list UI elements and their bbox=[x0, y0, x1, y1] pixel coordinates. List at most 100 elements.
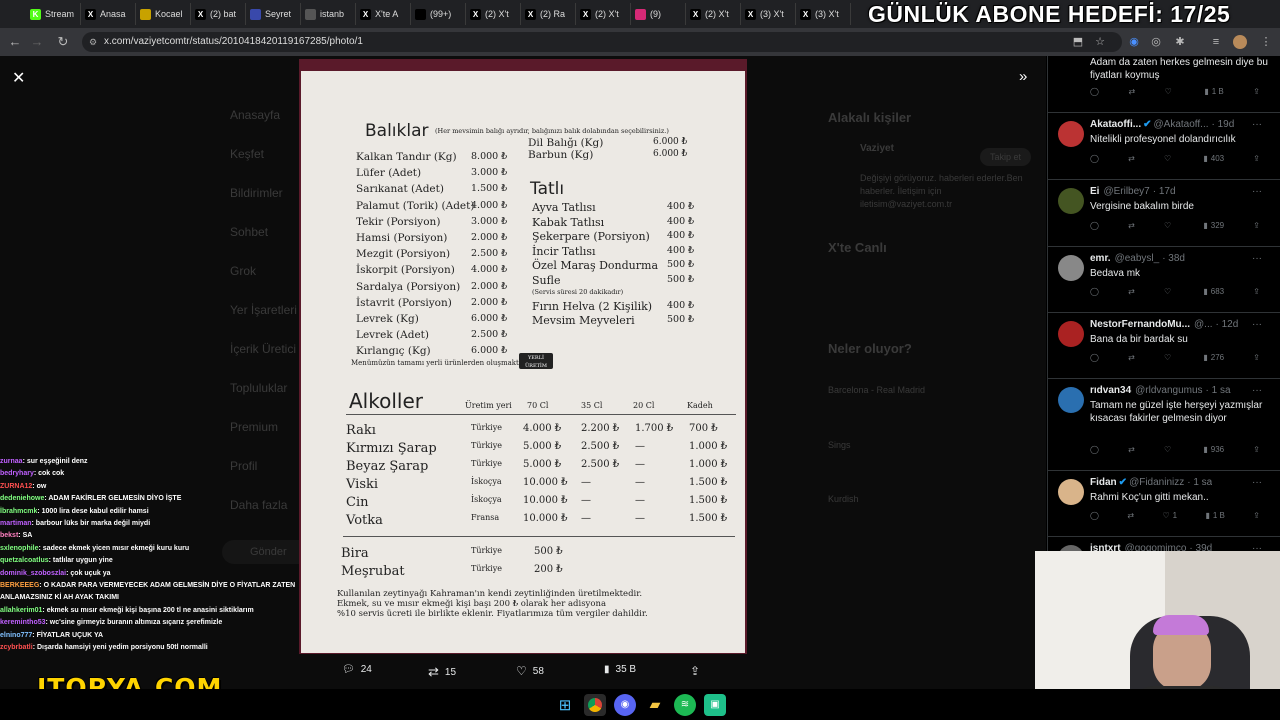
more-icon[interactable]: ··· bbox=[1252, 186, 1262, 197]
more-icon[interactable]: ··· bbox=[1252, 119, 1262, 130]
repost-action[interactable]: ⇄ bbox=[1128, 87, 1135, 96]
extension-icon[interactable]: ◎ bbox=[1146, 32, 1166, 52]
browser-tab[interactable]: X (2) X't bbox=[576, 3, 631, 25]
reply-tweet[interactable]: Ei @Erilbey7 · 17d ··· Vergisine bakalım bir… bbox=[1048, 180, 1280, 247]
reply-author[interactable]: Ei @Erilbey7 · 17d bbox=[1090, 186, 1176, 197]
forward-icon[interactable]: → bbox=[26, 34, 48, 49]
heart-action[interactable]: ♡ bbox=[1164, 221, 1174, 230]
browser-tab[interactable]: Kocael bbox=[136, 3, 191, 25]
browser-tab[interactable]: (9) bbox=[631, 3, 686, 25]
menu-photo[interactable]: Balıklar (Her mevsimin balığı ayrıdır, b… bbox=[299, 59, 747, 654]
browser-tab[interactable]: X (2) X't bbox=[686, 3, 741, 25]
reply-author[interactable]: emr. @eabysl_ · 38d bbox=[1090, 253, 1185, 264]
browser-tab[interactable]: (99+) bbox=[411, 3, 466, 25]
heart-action[interactable]: ♡ bbox=[1164, 353, 1174, 362]
browser-tab[interactable]: X (2) bat bbox=[191, 3, 246, 25]
browser-tab[interactable]: X Anasa bbox=[81, 3, 136, 25]
reply-tweet[interactable]: NestorFernandoMu... @... · 12d ··· Bana da b… bbox=[1048, 313, 1280, 379]
reply-tweet[interactable]: emr. @eabysl_ · 38d ··· Bedava mk ◯ ⇄ ♡ ▮ 683 ⇪ bbox=[1048, 247, 1280, 313]
puzzle-icon[interactable]: ✱ bbox=[1170, 32, 1190, 52]
reply-tweet[interactable]: Akataoffi... ✔ @Akataoff... · 19d ··· Nitelik… bbox=[1048, 113, 1280, 180]
more-icon[interactable]: ··· bbox=[1252, 253, 1262, 264]
discord-icon[interactable]: ◉ bbox=[614, 693, 636, 716]
reply-action[interactable]: ◯ bbox=[1090, 353, 1099, 362]
avatar[interactable] bbox=[1058, 121, 1084, 147]
browser-tab[interactable]: X X'te A bbox=[356, 3, 411, 25]
back-icon[interactable]: ← bbox=[4, 34, 26, 49]
share-action[interactable]: ⇪ bbox=[690, 664, 700, 678]
bookmark-star-icon[interactable]: ☆ bbox=[1090, 32, 1110, 52]
reply-action[interactable]: ◯ bbox=[1090, 287, 1099, 296]
bar-chart-action[interactable]: ▮ 403 bbox=[1203, 154, 1224, 163]
bar-chart-action[interactable]: ▮ 936 bbox=[1203, 445, 1224, 454]
reply-action[interactable]: 💬︎ 24 bbox=[342, 664, 372, 675]
reply-tweet[interactable]: rıdvan34 @rldvangumus · 1 sa ··· Tamam ne gü… bbox=[1048, 379, 1280, 471]
browser-tab[interactable]: X (2) X't bbox=[466, 3, 521, 25]
share-action[interactable]: ⇪ bbox=[1253, 353, 1260, 362]
reply-author[interactable]: NestorFernandoMu... @... · 12d bbox=[1090, 319, 1238, 330]
reply-action[interactable]: ◯ bbox=[1090, 221, 1099, 230]
reply-author[interactable]: Akataoffi... ✔ @Akataoff... · 19d bbox=[1090, 119, 1234, 130]
browser-tab[interactable]: X (3) X't bbox=[796, 3, 851, 25]
expand-panel-icon[interactable]: » bbox=[1019, 68, 1027, 85]
browser-tab[interactable]: K Stream bbox=[26, 3, 81, 25]
share-action[interactable]: ⇪ bbox=[1253, 287, 1260, 296]
repost-action[interactable]: ⇄ bbox=[1128, 221, 1135, 230]
repost-action[interactable]: ⇄ bbox=[1127, 511, 1134, 520]
reply-action[interactable]: ◯ bbox=[1090, 154, 1099, 163]
bar-chart-action[interactable]: ▮ 1 B bbox=[1204, 87, 1223, 96]
share-action[interactable]: ⇪ bbox=[1253, 87, 1260, 96]
heart-action[interactable]: ♡ 1 bbox=[1162, 511, 1177, 520]
share-action[interactable]: ⇪ bbox=[1253, 445, 1260, 454]
reply-author[interactable]: Fidan ✔ @Fidaninizz · 1 sa bbox=[1090, 477, 1212, 488]
share-action[interactable]: ⇪ bbox=[1253, 154, 1260, 163]
heart-action[interactable]: ♡ bbox=[1164, 445, 1174, 454]
reply-action[interactable]: ◯ bbox=[1090, 511, 1099, 520]
bar-chart-action[interactable]: ▮ 276 bbox=[1203, 353, 1224, 362]
heart-action[interactable]: ♡ bbox=[1164, 154, 1174, 163]
spotify-icon[interactable]: ≋ bbox=[674, 693, 696, 716]
reply-action[interactable]: ◯ bbox=[1090, 445, 1099, 454]
bar-chart-action[interactable]: ▮ 329 bbox=[1203, 221, 1224, 230]
site-info-icon[interactable]: ⚙ bbox=[89, 32, 97, 52]
browser-tab[interactable]: Seyret bbox=[246, 3, 301, 25]
avatar[interactable] bbox=[1058, 321, 1084, 347]
folder-icon[interactable]: ▰ bbox=[644, 694, 666, 716]
install-icon[interactable]: ⬒ bbox=[1068, 32, 1088, 52]
more-icon[interactable]: ··· bbox=[1252, 477, 1262, 488]
avatar[interactable] bbox=[1058, 479, 1084, 505]
reply-action[interactable]: ◯ bbox=[1090, 87, 1099, 96]
windows-start-icon[interactable]: ⊞ bbox=[554, 694, 576, 716]
avatar[interactable] bbox=[1058, 188, 1084, 214]
avatar[interactable] bbox=[1058, 255, 1084, 281]
avatar[interactable] bbox=[1058, 387, 1084, 413]
avatar[interactable] bbox=[1230, 32, 1250, 52]
heart-action[interactable]: ♡ bbox=[1164, 287, 1174, 296]
share-action[interactable]: ⇪ bbox=[1253, 511, 1260, 520]
browser-tab[interactable]: X (2) Ra bbox=[521, 3, 576, 25]
more-icon[interactable]: ··· bbox=[1252, 385, 1262, 396]
reply-author[interactable]: rıdvan34 @rldvangumus · 1 sa bbox=[1090, 385, 1231, 396]
media-icon[interactable]: ≡ bbox=[1206, 32, 1226, 52]
repost-action[interactable]: ⇄ bbox=[1128, 154, 1135, 163]
menu-icon[interactable]: ⋮ bbox=[1256, 32, 1276, 52]
extension-icon[interactable]: ◉ bbox=[1124, 32, 1144, 52]
bar-chart-action[interactable]: ▮ 683 bbox=[1203, 287, 1224, 296]
like-action[interactable]: ♡ 58 bbox=[516, 664, 544, 678]
reply-tweet[interactable]: Fidan ✔ @Fidaninizz · 1 sa ··· Rahmi Koç'un g… bbox=[1048, 471, 1280, 537]
repost-action[interactable]: ⇄ bbox=[1128, 445, 1135, 454]
more-icon[interactable]: ··· bbox=[1252, 319, 1262, 330]
bar-chart-action[interactable]: ▮ 1 B bbox=[1205, 511, 1224, 520]
url-field[interactable]: ⚙ x.com/vaziyetcomtr/status/201041842011… bbox=[82, 32, 1122, 52]
heart-action[interactable]: ♡ bbox=[1165, 87, 1175, 96]
chrome-icon[interactable] bbox=[584, 693, 606, 716]
repost-action[interactable]: ⇄ bbox=[1128, 353, 1135, 362]
close-icon[interactable]: ✕ bbox=[12, 68, 25, 88]
reply-tweet[interactable]: Adam da zaten herkes gelmesin diye bu fi… bbox=[1048, 56, 1280, 113]
share-action[interactable]: ⇪ bbox=[1253, 221, 1260, 230]
browser-tab[interactable]: X (3) X't bbox=[741, 3, 796, 25]
repost-action[interactable]: ⇄ 15 bbox=[428, 664, 456, 680]
views-action[interactable]: ▮ 35 B bbox=[604, 664, 636, 675]
app-icon[interactable]: ▣ bbox=[704, 693, 726, 716]
reload-icon[interactable]: ↻ bbox=[52, 34, 74, 50]
